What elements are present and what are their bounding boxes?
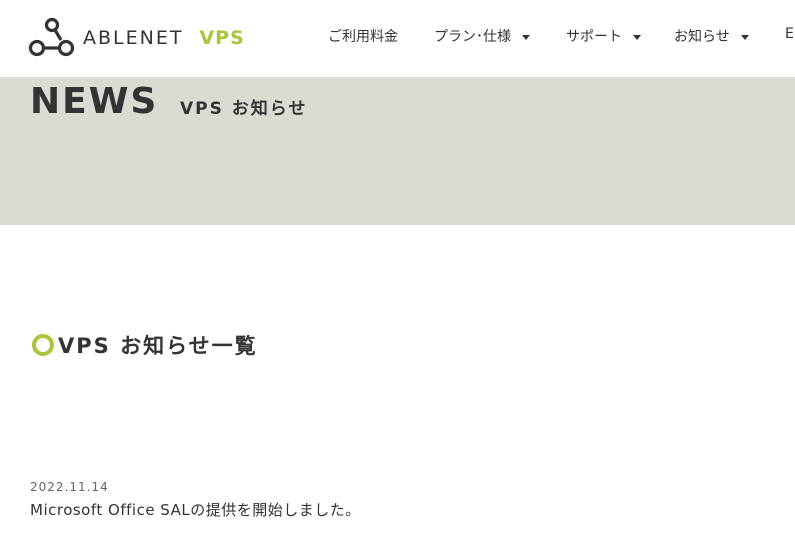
site-header: ABLENET VPS ご利用料金 プラン･仕様 サポート お知らせ E <box>0 0 795 77</box>
nav-item-support[interactable]: サポート <box>566 26 641 46</box>
page-hero: NEWS VPS お知らせ <box>0 77 795 225</box>
nav-item-label: サポート <box>566 29 622 45</box>
ring-icon <box>32 334 54 356</box>
caret-down-icon <box>522 34 530 40</box>
nav-item-label: E <box>785 26 794 42</box>
caret-down-icon <box>633 34 641 40</box>
nav-item-news[interactable]: お知らせ <box>674 26 749 46</box>
news-list: 2022.11.14 Microsoft Office SALの提供を開始しまし… <box>30 480 770 520</box>
news-item[interactable]: 2022.11.14 Microsoft Office SALの提供を開始しまし… <box>30 480 770 520</box>
nav-item-plans[interactable]: プラン･仕様 <box>434 26 530 46</box>
caret-down-icon <box>740 34 749 40</box>
section-title: VPS お知らせ一覧 <box>58 334 258 358</box>
nav-item-pricing[interactable]: ご利用料金 <box>328 26 398 46</box>
page-subtitle: VPS お知らせ <box>180 99 308 119</box>
nav-item-label: お知らせ <box>674 29 730 45</box>
nav-item-more[interactable]: E <box>785 26 794 42</box>
nav-item-label: ご利用料金 <box>328 29 398 45</box>
page-title: NEWS <box>30 81 159 122</box>
nav-item-label: プラン･仕様 <box>434 29 511 45</box>
main-nav: ご利用料金 プラン･仕様 サポート お知らせ E <box>0 0 795 77</box>
news-title-link[interactable]: Microsoft Office SALの提供を開始しました。 <box>30 499 770 520</box>
news-date: 2022.11.14 <box>30 480 109 494</box>
section-heading: VPS お知らせ一覧 <box>32 330 258 360</box>
